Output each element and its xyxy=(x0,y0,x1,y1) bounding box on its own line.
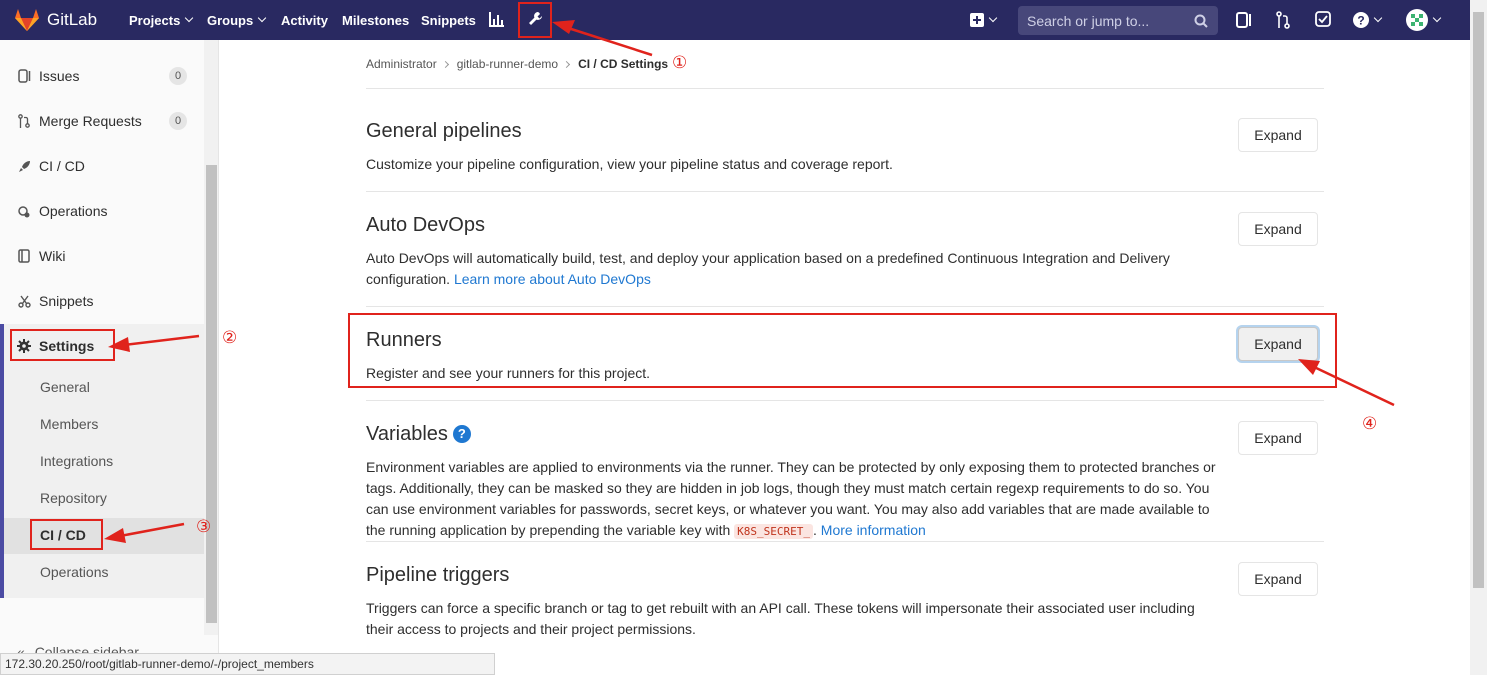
settings-sub-operations[interactable]: Operations xyxy=(40,564,108,580)
settings-sub-general[interactable]: General xyxy=(40,379,90,395)
nav-milestones[interactable]: Milestones xyxy=(342,0,409,40)
section-title-variables: Variables? xyxy=(366,423,471,446)
sidebar-item-label: Issues xyxy=(39,68,80,84)
nav-projects-label: Projects xyxy=(129,12,181,28)
sidebar-item-label: Merge Requests xyxy=(39,113,142,129)
section-desc-auto-devops: Auto DevOps will automatically build, te… xyxy=(366,248,1216,290)
expand-variables-button[interactable]: Expand xyxy=(1238,421,1318,455)
section-title-general-pipelines: General pipelines xyxy=(366,120,522,142)
nav-projects[interactable]: Projects xyxy=(129,0,194,40)
sidebar-item-ci-cd[interactable]: CI / CD xyxy=(0,144,204,188)
annotation-box-settings xyxy=(10,329,115,361)
chevron-right-icon xyxy=(563,60,571,68)
scissors-icon xyxy=(17,294,31,308)
search-icon xyxy=(1194,14,1208,28)
status-bar-url: 172.30.20.250/root/gitlab-runner-demo/-/… xyxy=(0,653,495,675)
plus-square-icon xyxy=(970,13,984,27)
chevron-down-icon xyxy=(257,13,267,23)
question-circle-icon[interactable]: ? xyxy=(452,424,471,443)
sidebar-item-issues[interactable]: Issues 0 xyxy=(0,54,204,98)
sidebar-scrollbar-thumb[interactable] xyxy=(206,165,217,623)
nav-snippets[interactable]: Snippets xyxy=(421,0,476,40)
divider xyxy=(366,88,1324,89)
nav-activity[interactable]: Activity xyxy=(281,0,328,40)
issues-count-badge: 0 xyxy=(169,67,187,85)
annotation-number-4: ④ xyxy=(1362,414,1378,433)
settings-sub-members[interactable]: Members xyxy=(40,416,98,432)
new-item-dropdown[interactable] xyxy=(970,0,998,40)
section-desc-general-pipelines: Customize your pipeline configuration, v… xyxy=(366,156,893,172)
chevron-down-icon xyxy=(1432,13,1442,23)
chevron-down-icon xyxy=(1373,13,1383,23)
issues-icon xyxy=(17,69,31,83)
expand-auto-devops-button[interactable]: Expand xyxy=(1238,212,1318,246)
settings-sub-integrations[interactable]: Integrations xyxy=(40,453,113,469)
breadcrumb-project[interactable]: gitlab-runner-demo xyxy=(457,57,558,71)
question-icon: ? xyxy=(1353,12,1369,28)
search-placeholder: Search or jump to... xyxy=(1027,12,1150,29)
annotation-box-runners xyxy=(348,313,1337,388)
divider xyxy=(366,191,1324,192)
todo-check-icon[interactable] xyxy=(1315,11,1331,27)
chevron-down-icon xyxy=(185,13,194,23)
brand-name[interactable]: GitLab xyxy=(47,0,97,40)
book-icon xyxy=(17,249,31,263)
divider xyxy=(366,400,1324,401)
divider xyxy=(366,541,1324,542)
sidebar-item-label: Snippets xyxy=(39,293,94,309)
search-input[interactable]: Search or jump to... xyxy=(1018,6,1218,35)
expand-pipeline-triggers-button[interactable]: Expand xyxy=(1238,562,1318,596)
annotation-number-2: ② xyxy=(222,328,238,347)
k8s-secret-code: K8S_SECRET_ xyxy=(734,524,813,539)
annotation-number-3: ③ xyxy=(196,517,212,536)
rocket-icon xyxy=(17,159,31,173)
sidebar-item-wiki[interactable]: Wiki xyxy=(0,234,204,278)
breadcrumb-current[interactable]: CI / CD Settings xyxy=(578,57,668,71)
nav-groups[interactable]: Groups xyxy=(207,0,267,40)
annotation-number-1: ① xyxy=(672,53,688,72)
sidebar-item-snippets[interactable]: Snippets xyxy=(0,279,204,323)
todo-issues-icon[interactable] xyxy=(1236,11,1252,29)
nav-groups-label: Groups xyxy=(207,12,254,28)
section-desc-pipeline-triggers: Triggers can force a specific branch or … xyxy=(366,600,1195,637)
merge-requests-count-badge: 0 xyxy=(169,112,187,130)
sidebar-item-operations[interactable]: Operations xyxy=(0,189,204,233)
more-information-link[interactable]: More information xyxy=(821,522,926,538)
merge-request-icon[interactable] xyxy=(1276,11,1290,29)
expand-general-pipelines-button[interactable]: Expand xyxy=(1238,118,1318,152)
learn-more-auto-devops-link[interactable]: Learn more about Auto DevOps xyxy=(454,271,651,287)
divider xyxy=(366,306,1324,307)
section-title-auto-devops: Auto DevOps xyxy=(366,214,485,236)
breadcrumb: Administrator gitlab-runner-demo CI / CD… xyxy=(366,57,668,71)
annotation-box-wrench xyxy=(518,2,552,38)
chart-icon[interactable] xyxy=(489,11,505,27)
section-title-pipeline-triggers: Pipeline triggers xyxy=(366,564,510,586)
sidebar-item-label: CI / CD xyxy=(39,158,85,174)
merge-request-icon xyxy=(17,114,31,128)
svg-text:?: ? xyxy=(1357,14,1364,28)
sidebar-item-label: Wiki xyxy=(39,248,66,264)
user-menu[interactable] xyxy=(1406,0,1442,40)
settings-sub-repository[interactable]: Repository xyxy=(40,490,107,506)
top-navbar: GitLab Projects Groups Activity Mileston… xyxy=(0,0,1470,40)
chevron-down-icon xyxy=(988,13,998,23)
page-scrollbar-thumb[interactable] xyxy=(1473,12,1484,588)
chevron-right-icon xyxy=(441,60,449,68)
help-dropdown[interactable]: ? xyxy=(1353,0,1383,40)
section-desc-variables: Environment variables are applied to env… xyxy=(366,459,1216,539)
cloud-gear-icon xyxy=(17,204,31,218)
annotation-box-ci-cd xyxy=(30,519,103,550)
sidebar-item-merge-requests[interactable]: Merge Requests 0 xyxy=(0,99,204,143)
sidebar-item-label: Operations xyxy=(39,203,108,219)
gitlab-logo-icon[interactable] xyxy=(14,8,40,32)
avatar xyxy=(1406,9,1428,31)
breadcrumb-administrator[interactable]: Administrator xyxy=(366,57,437,71)
variables-title-text: Variables xyxy=(366,423,448,445)
